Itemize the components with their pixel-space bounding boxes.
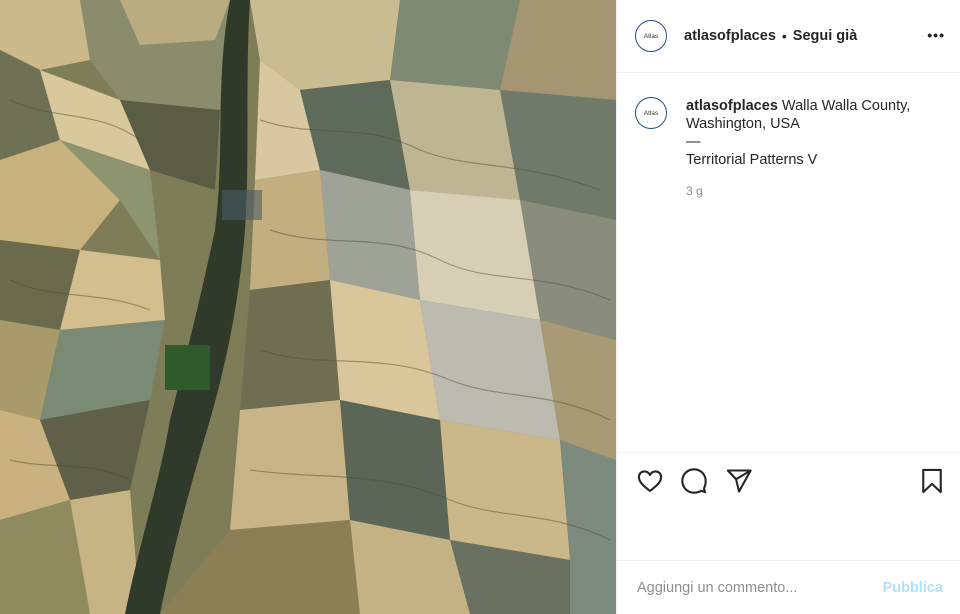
caption-body: atlasofplaces Walla Walla County, Washin…: [686, 97, 945, 200]
post-header: Atlas atlasofplaces • Segui già •••: [617, 0, 960, 73]
caption-first-line: atlasofplaces Walla Walla County, Washin…: [686, 97, 945, 133]
caption-dash: —: [686, 134, 701, 150]
caption-title: Territorial Patterns V: [686, 152, 818, 168]
comment-bar: Pubblica: [617, 560, 960, 614]
aerial-farmland-image: [0, 0, 616, 614]
separator-dot: •: [781, 28, 787, 44]
heart-icon[interactable]: [636, 467, 664, 495]
caption-avatar[interactable]: Atlas: [635, 97, 667, 129]
post-actions: [617, 452, 960, 507]
paper-plane-icon[interactable]: [725, 467, 753, 495]
header-username[interactable]: atlasofplaces: [684, 28, 776, 44]
comment-input[interactable]: [637, 579, 883, 596]
post-timestamp[interactable]: 3 g: [686, 182, 945, 200]
avatar-label: Atlas: [643, 32, 659, 40]
publish-button[interactable]: Pubblica: [883, 580, 943, 596]
caption-avatar-label: Atlas: [643, 109, 659, 117]
post-sidebar: Atlas atlasofplaces • Segui già ••• Atla…: [616, 0, 960, 614]
post-caption: Atlas atlasofplaces Walla Walla County, …: [635, 97, 945, 200]
caption-username[interactable]: atlasofplaces: [686, 98, 778, 114]
comment-icon[interactable]: [680, 467, 708, 495]
profile-avatar[interactable]: Atlas: [635, 20, 667, 52]
post-image[interactable]: [0, 0, 616, 614]
more-options-icon[interactable]: •••: [927, 27, 945, 43]
follow-status-button[interactable]: Segui già: [793, 28, 857, 44]
bookmark-icon[interactable]: [918, 467, 946, 495]
